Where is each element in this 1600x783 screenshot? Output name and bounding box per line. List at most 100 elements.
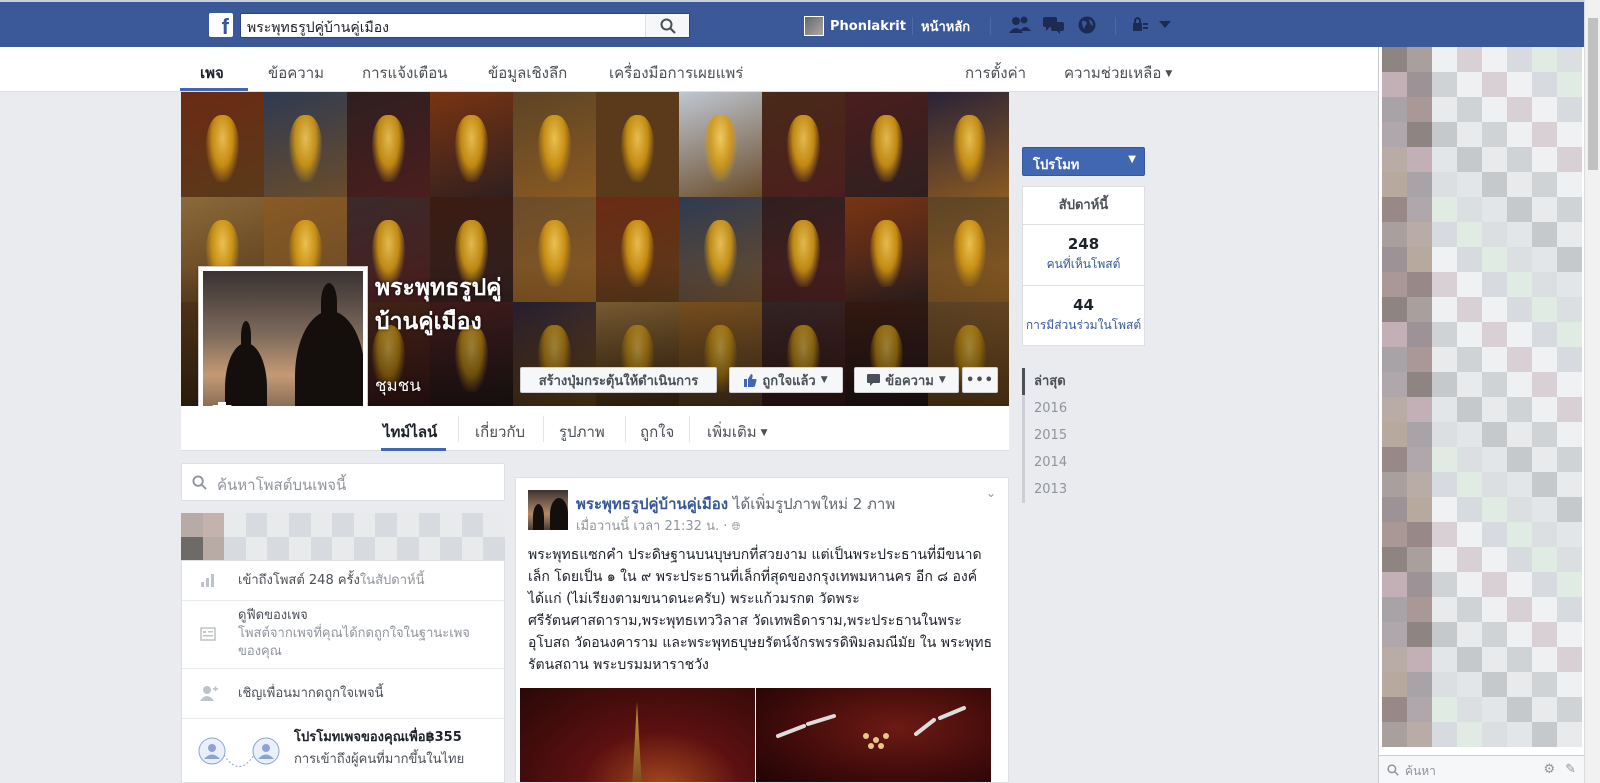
stat-label: การมีส่วนร่วมในโพสต์: [1025, 318, 1142, 332]
pixel-block: [202, 536, 225, 560]
pixel-block: [1457, 422, 1482, 447]
year-link[interactable]: 2016: [1022, 395, 1082, 422]
nav-messages[interactable]: ข้อความ: [268, 61, 324, 85]
pixel-block: [1382, 547, 1407, 572]
search-input[interactable]: พระพุทธรูปคู่บ้านคู่เมือง: [240, 13, 690, 38]
tab-likes[interactable]: ถูกใจ: [640, 420, 674, 444]
pixel-block: [1482, 397, 1507, 422]
search-icon: [660, 18, 676, 34]
pixel-block: [224, 513, 246, 537]
pixel-block: [440, 536, 462, 560]
nav-settings[interactable]: การตั้งค่า: [965, 61, 1026, 85]
page-feed-row[interactable]: ดูฟีดของเพจ โพสต์จากเพจที่คุณได้กดถูกใจใ…: [182, 601, 504, 669]
pixel-block: [1557, 447, 1582, 472]
stat-post-engagement[interactable]: 44 การมีส่วนร่วมในโพสต์: [1023, 286, 1144, 347]
compose-icon[interactable]: ✎: [1565, 762, 1576, 777]
caret-down-icon: ▼: [1165, 68, 1173, 79]
pixel-block: [1507, 247, 1532, 272]
home-link[interactable]: หน้าหลัก: [921, 16, 970, 37]
year-link[interactable]: 2015: [1022, 422, 1082, 449]
audience-network-icon: [198, 737, 280, 767]
buddha-silhouette: [321, 283, 337, 321]
message-button[interactable]: ข้อความ ▼: [854, 367, 959, 393]
nav-notifications[interactable]: การแจ้งเตือน: [362, 61, 447, 85]
more-options-button[interactable]: •••: [962, 367, 998, 393]
account-menu-chevron-down-icon[interactable]: [1158, 20, 1182, 40]
post-photo[interactable]: [756, 688, 991, 782]
pixel-block: [1457, 247, 1482, 272]
year-link[interactable]: 2013: [1022, 476, 1082, 503]
stat-post-reach[interactable]: 248 คนที่เห็นโพสต์: [1023, 225, 1144, 286]
pixel-block: [1407, 447, 1432, 472]
tab-photos[interactable]: รูปภาพ: [559, 420, 605, 444]
pixel-block: [1457, 47, 1482, 72]
tab-about[interactable]: เกี่ยวกับ: [475, 420, 525, 444]
chat-tools: ⚙ ✎: [1543, 762, 1576, 777]
profile-link[interactable]: Phonlakrit: [804, 16, 906, 36]
pixel-block: [1457, 222, 1482, 247]
pixel-block: [1407, 597, 1432, 622]
friend-requests-icon[interactable]: [1008, 15, 1032, 35]
chat-search-input[interactable]: ค้นหา ⚙ ✎: [1379, 755, 1584, 783]
messages-icon[interactable]: [1042, 15, 1066, 35]
active-nav-indicator: [180, 88, 248, 91]
pixel-block: [1407, 722, 1432, 747]
weekly-stats-card: สัปดาห์นี้ 248 คนที่เห็นโพสต์ 44 การมีส่…: [1022, 186, 1145, 346]
pixel-block: [1482, 97, 1507, 122]
divider: [458, 416, 459, 442]
liked-label: ถูกใจแล้ว: [762, 373, 816, 389]
search-button[interactable]: [645, 14, 689, 37]
pixel-block: [1407, 697, 1432, 722]
promote-page-row[interactable]: โปรโมทเพจของคุณเพื่อ฿355 การเข้าถึงผู้คน…: [182, 719, 504, 783]
page-scrollbar[interactable]: [1584, 0, 1600, 783]
year-link-recent[interactable]: ล่าสุด: [1022, 368, 1082, 395]
pixel-block: [1382, 447, 1407, 472]
post-author-avatar[interactable]: [528, 490, 568, 530]
page-post-search-input[interactable]: ค้นหาโพสต์บนเพจนี้: [181, 463, 505, 501]
pixel-block: [1432, 47, 1457, 72]
divider: [543, 416, 544, 442]
pixel-block: [1482, 422, 1507, 447]
post-time[interactable]: เมื่อวานนี้ เวลา 21:32 น. ·: [576, 519, 727, 534]
scrollbar-thumb[interactable]: [1588, 18, 1598, 170]
pixel-block: [418, 513, 441, 537]
nav-help[interactable]: ความช่วยเหลือ ▼: [1064, 61, 1172, 85]
pixel-block: [1557, 522, 1582, 547]
pixel-block: [1432, 722, 1457, 747]
pixel-block: [1532, 622, 1557, 647]
promote-button[interactable]: โปรโมท ▼: [1022, 147, 1145, 176]
notifications-globe-icon[interactable]: [1076, 15, 1100, 35]
post-options-chevron-down-icon[interactable]: ⌄: [986, 486, 996, 500]
pixel-block: [1507, 197, 1532, 222]
privacy-lock-icon[interactable]: [1130, 15, 1154, 35]
post-reach-row[interactable]: เข้าถึงโพสต์ 248 ครั้งในสัปดาห์นี้: [182, 561, 504, 601]
nav-publishing-tools[interactable]: เครื่องมือการเผยแพร่: [609, 61, 743, 85]
tab-more[interactable]: เพิ่มเติม ▼: [707, 420, 768, 444]
call-to-action-button[interactable]: สร้างปุ่มกระตุ้นให้ดำเนินการ: [520, 367, 717, 393]
tab-timeline[interactable]: ไทม์ไลน์: [383, 420, 437, 444]
pixel-block: [1482, 322, 1507, 347]
pixel-block: [245, 513, 268, 537]
pixel-block: [1532, 647, 1557, 672]
gear-icon[interactable]: ⚙: [1543, 762, 1555, 777]
avatar-silhouette: [550, 498, 568, 530]
pixel-block: [1432, 122, 1457, 147]
pixel-block: [1532, 72, 1557, 97]
pixel-block: [1482, 197, 1507, 222]
invite-friends-row[interactable]: เชิญเพื่อนมากดถูกใจเพจนี้: [182, 669, 504, 719]
pixel-block: [1407, 372, 1432, 397]
pixel-block: [1432, 422, 1457, 447]
timeline-tabs: ไทม์ไลน์ เกี่ยวกับ รูปภาพ ถูกใจ เพิ่มเติ…: [181, 406, 1009, 451]
post-author-link[interactable]: พระพุทธรูปคู่บ้านคู่เมือง: [576, 495, 728, 513]
pixel-block: [1407, 347, 1432, 372]
nav-page[interactable]: เพจ: [200, 61, 224, 85]
pixel-block: [1482, 597, 1507, 622]
facebook-logo-icon[interactable]: f: [209, 13, 233, 37]
post-header: พระพุทธรูปคู่บ้านคู่เมือง ได้เพิ่มรูปภาพ…: [576, 492, 895, 516]
liked-button[interactable]: ถูกใจแล้ว ▼: [729, 367, 843, 393]
year-link[interactable]: 2014: [1022, 449, 1082, 476]
buddha-silhouette: [241, 321, 251, 351]
post-photo[interactable]: [520, 688, 755, 782]
caret-down-icon: ▼: [820, 375, 828, 385]
nav-insights[interactable]: ข้อมูลเชิงลึก: [488, 61, 567, 85]
